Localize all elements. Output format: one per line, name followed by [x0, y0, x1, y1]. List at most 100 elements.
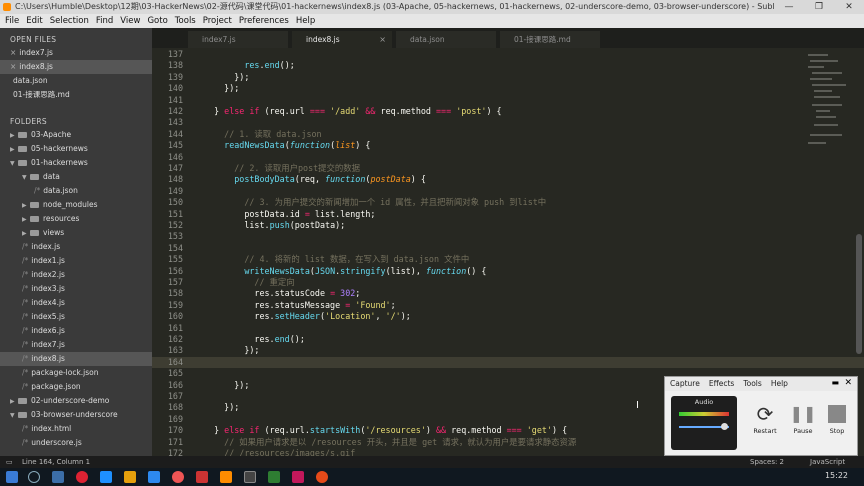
file-item[interactable]: /* index4.js: [0, 296, 152, 310]
folder-icon: [30, 202, 39, 208]
tab-1[interactable]: index8.js ×: [292, 31, 392, 48]
file-item[interactable]: /* index2.js: [0, 268, 152, 282]
stop-button[interactable]: Stop: [823, 401, 851, 445]
close-file-icon[interactable]: ×: [10, 48, 16, 57]
open-file-item[interactable]: × index8.js: [0, 60, 152, 74]
folder-item[interactable]: ▶ views: [0, 226, 152, 240]
status-syntax[interactable]: JavaScript: [810, 456, 845, 468]
menu-tools[interactable]: Tools: [175, 16, 196, 26]
chevron-down-icon[interactable]: ▼: [10, 157, 18, 171]
start-icon[interactable]: [6, 471, 18, 483]
vertical-scrollbar[interactable]: [856, 234, 862, 354]
folder-item[interactable]: ▶ 03-Apache: [0, 128, 152, 142]
folder-item[interactable]: ▼ 03-browser-underscore: [0, 408, 152, 422]
tree-item-label: index3.js: [31, 284, 65, 293]
file-item[interactable]: /* index5.js: [0, 310, 152, 324]
app3-icon[interactable]: [268, 471, 280, 483]
tab-bar: index7.js index8.js × data.json 01-接课思路.md: [152, 28, 864, 48]
chevron-right-icon[interactable]: ▶: [10, 129, 18, 143]
app4-icon[interactable]: [292, 471, 304, 483]
menu-project[interactable]: Project: [203, 16, 232, 26]
code-line: 148 postBodyData(req, function(postData)…: [152, 174, 864, 185]
code-text: // 3. 为用户提交的新闻增加一个 id 属性，并且把新闻对象 push 到l…: [244, 197, 547, 208]
audio-volume-handle[interactable]: [721, 423, 728, 430]
recorder-minimize-icon[interactable]: ▬: [831, 378, 839, 387]
recorder-close-icon[interactable]: ✕: [844, 378, 852, 388]
chevron-right-icon[interactable]: ▶: [22, 199, 30, 213]
recorder-menu-tools[interactable]: Tools: [743, 379, 761, 388]
audio-label: Audio: [694, 398, 714, 406]
app5-icon[interactable]: [316, 471, 328, 483]
task-view-icon[interactable]: [52, 471, 64, 483]
terminal-icon[interactable]: [244, 471, 256, 483]
file-item[interactable]: /* index7.js: [0, 338, 152, 352]
chevron-down-icon[interactable]: ▼: [10, 409, 18, 423]
status-indentation[interactable]: Spaces: 2: [750, 456, 784, 468]
file-item[interactable]: /* data.json: [0, 184, 152, 198]
chevron-down-icon[interactable]: ▼: [22, 171, 30, 185]
open-file-item[interactable]: × index7.js: [0, 46, 152, 60]
folder-item[interactable]: ▼ data: [0, 170, 152, 184]
menu-find[interactable]: Find: [96, 16, 113, 26]
folder-item[interactable]: ▶ node_modules: [0, 198, 152, 212]
menu-edit[interactable]: Edit: [26, 16, 42, 26]
tab-2[interactable]: data.json: [396, 31, 496, 48]
chevron-right-icon[interactable]: ▶: [22, 213, 30, 227]
code-text: res.setHeader('Location', '/');: [204, 311, 411, 322]
pause-button[interactable]: ❚❚ Pause: [789, 401, 817, 445]
title-bar: C:\Users\Humble\Desktop\12期\03-HackerNew…: [0, 0, 864, 14]
search-icon[interactable]: [28, 471, 40, 483]
file-item[interactable]: /* index3.js: [0, 282, 152, 296]
file-item[interactable]: /* index.js: [0, 240, 152, 254]
menu-view[interactable]: View: [120, 16, 140, 26]
menu-goto[interactable]: Goto: [147, 16, 167, 26]
chrome-icon[interactable]: [76, 471, 88, 483]
menu-file[interactable]: File: [5, 16, 19, 26]
file-item[interactable]: /* package-lock.json: [0, 366, 152, 380]
open-files-heading: OPEN FILES: [10, 35, 57, 44]
recorder-menu-effects[interactable]: Effects: [709, 379, 735, 388]
minimize-icon[interactable]: —: [774, 0, 804, 14]
app2-icon[interactable]: [196, 471, 208, 483]
store-icon[interactable]: [148, 471, 160, 483]
menu-selection[interactable]: Selection: [50, 16, 89, 26]
file-item[interactable]: /* package.json: [0, 380, 152, 394]
tree-item-label: package.json: [31, 382, 81, 391]
open-file-item[interactable]: data.json: [0, 74, 152, 88]
folder-item[interactable]: ▶ 02-underscore-demo: [0, 394, 152, 408]
line-number: 157: [167, 277, 183, 287]
ie-icon[interactable]: [100, 471, 112, 483]
close-icon[interactable]: ✕: [834, 0, 864, 14]
explorer-icon[interactable]: [124, 471, 136, 483]
folder-item[interactable]: ▼ 01-hackernews: [0, 156, 152, 170]
menu-preferences[interactable]: Preferences: [239, 16, 289, 26]
stop-icon: [828, 405, 846, 423]
restart-button[interactable]: ⟳ Restart: [751, 401, 779, 445]
tree-item-label: package-lock.json: [31, 368, 99, 377]
tab-close-icon[interactable]: ×: [379, 31, 386, 48]
recorder-menu-capture[interactable]: Capture: [670, 379, 700, 388]
chevron-right-icon[interactable]: ▶: [10, 395, 18, 409]
line-number: 139: [167, 71, 183, 82]
menu-help[interactable]: Help: [296, 16, 315, 26]
chevron-right-icon[interactable]: ▶: [22, 227, 30, 241]
chevron-right-icon[interactable]: ▶: [10, 143, 18, 157]
maximize-icon[interactable]: ❐: [804, 0, 834, 14]
file-item[interactable]: /* index1.js: [0, 254, 152, 268]
file-item[interactable]: /* index6.js: [0, 324, 152, 338]
folder-item[interactable]: ▶ 05-hackernews: [0, 142, 152, 156]
tree-item-label: underscore.js: [31, 438, 82, 447]
file-item[interactable]: /* index8.js: [0, 352, 152, 366]
open-file-item[interactable]: 01-接课思路.md: [0, 88, 152, 102]
clock[interactable]: 15:22: [825, 471, 848, 480]
app-icon[interactable]: [172, 471, 184, 483]
folder-item[interactable]: ▶ resources: [0, 212, 152, 226]
close-file-icon[interactable]: ×: [10, 62, 16, 71]
file-item[interactable]: /* index.html: [0, 422, 152, 436]
recorder-menu-help[interactable]: Help: [771, 379, 788, 388]
sublime-task-icon[interactable]: [220, 471, 232, 483]
tab-3[interactable]: 01-接课思路.md: [500, 31, 600, 48]
tab-0[interactable]: index7.js: [188, 31, 288, 48]
file-item[interactable]: /* underscore.js: [0, 436, 152, 450]
code-line: 160 res.setHeader('Location', '/');: [152, 311, 864, 322]
